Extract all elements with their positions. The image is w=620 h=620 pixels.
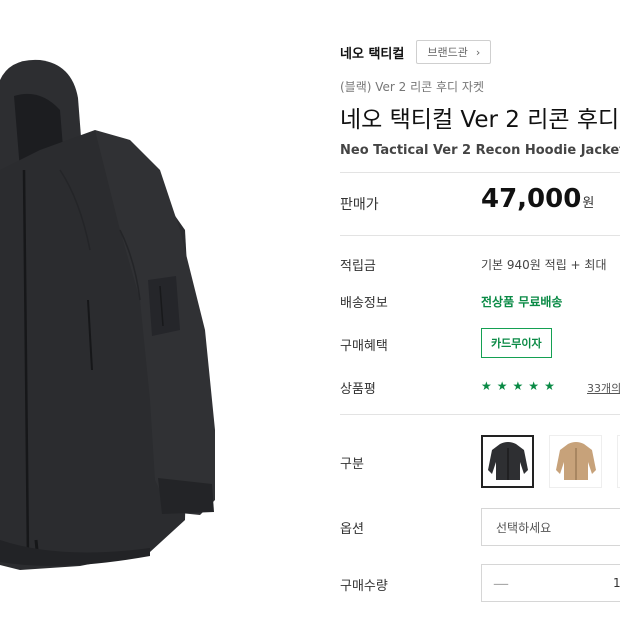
star-icon: ★ — [496, 379, 508, 393]
price-unit: 원 — [582, 196, 595, 211]
product-info-panel: 네오 택티컬 브랜드관 › (블랙) Ver 2 리콘 후디 자켓 네오 택티컬… — [340, 0, 620, 620]
variant-swatch-black[interactable] — [481, 435, 534, 488]
minus-icon[interactable]: — — [482, 574, 520, 593]
brand-name[interactable]: 네오 택티컬 — [340, 43, 404, 62]
star-icon: ★ — [481, 379, 492, 393]
product-image — [0, 0, 300, 620]
rating-stars: ★ ★ ★ ★ ★ — [481, 379, 560, 393]
star-icon: ★ — [528, 379, 540, 393]
review-label: 상품평 — [340, 382, 376, 397]
brand-row: 네오 택티컬 브랜드관 › — [340, 40, 492, 64]
variant-label: 구분 — [340, 457, 364, 472]
chevron-right-icon: › — [475, 45, 481, 59]
quantity-stepper[interactable]: — 1 — [481, 564, 620, 602]
points-value: 기본 940원 적립 + 최대 — [481, 258, 607, 272]
price-value: 47,000 — [481, 184, 582, 214]
product-subtitle: (블랙) Ver 2 리콘 후디 자켓 — [340, 80, 484, 94]
star-icon: ★ — [512, 379, 524, 393]
divider — [340, 172, 620, 173]
star-icon: ★ — [544, 379, 555, 393]
jacket-thumbnail-icon — [487, 441, 528, 480]
product-title-en: Neo Tactical Ver 2 Recon Hoodie Jacket (… — [340, 143, 620, 158]
divider — [340, 235, 620, 236]
price-label: 판매가 — [340, 197, 379, 213]
divider — [340, 414, 620, 415]
points-label: 적립금 — [340, 259, 376, 274]
option-select[interactable]: 선택하세요 — [481, 508, 620, 546]
shipping-label: 배송정보 — [340, 296, 388, 311]
option-label: 옵션 — [340, 522, 364, 537]
shipping-value: 전상품 무료배송 — [481, 295, 563, 309]
variant-swatch-coyote[interactable] — [549, 435, 602, 488]
variant-swatches — [481, 435, 620, 488]
jacket-photo — [0, 59, 215, 570]
product-title: 네오 택티컬 Ver 2 리콘 후디 자켓 — [340, 107, 620, 133]
quantity-label: 구매수량 — [340, 579, 388, 594]
review-count-link[interactable]: 33개의 — [587, 380, 620, 396]
quantity-value: 1 — [613, 576, 620, 590]
jacket-thumbnail-icon — [555, 441, 596, 480]
card-installment-badge[interactable]: 카드무이자 — [481, 328, 552, 358]
brand-shop-button[interactable]: 브랜드관 › — [416, 40, 492, 64]
brand-shop-button-label: 브랜드관 — [427, 46, 468, 59]
benefit-label: 구매혜택 — [340, 339, 388, 354]
price: 47,000원 — [481, 184, 594, 214]
